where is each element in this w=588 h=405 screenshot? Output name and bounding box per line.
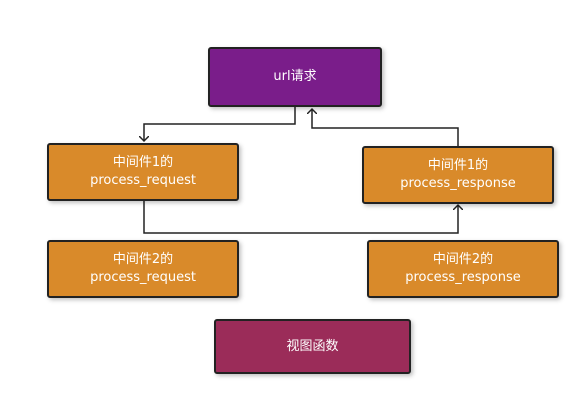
- mw1-request-line1: 中间件1的: [112, 155, 174, 170]
- mw1-process-request-box: 中间件1的 process_request: [47, 143, 239, 201]
- mw1-response-line2: process_response: [400, 176, 516, 191]
- flow-diagram: url请求 中间件1的 process_request 中间件2的 proces…: [0, 0, 588, 405]
- mw2-request-line2: process_request: [90, 270, 196, 285]
- arrow-url-to-mw1-request: [144, 106, 296, 141]
- mw1-process-response-box: 中间件1的 process_response: [362, 146, 554, 204]
- mw1-response-line1: 中间件1的: [427, 158, 489, 173]
- view-function-label: 视图函数: [286, 338, 339, 354]
- url-request-label: url请求: [273, 69, 317, 84]
- mw2-request-line1: 中间件2的: [112, 252, 174, 267]
- arrow-mw1-response-to-url: [312, 109, 459, 146]
- mw2-process-response-box: 中间件2的 process_response: [367, 240, 559, 298]
- view-function-box: 视图函数: [214, 319, 411, 374]
- mw2-response-line2: process_response: [405, 270, 521, 285]
- mw1-request-line2: process_request: [90, 173, 196, 188]
- arrow-mw1-request-to-mw1-response: [143, 200, 458, 234]
- mw2-process-request-box: 中间件2的 process_request: [47, 240, 239, 298]
- url-request-box: url请求: [208, 47, 382, 107]
- mw2-response-line1: 中间件2的: [432, 252, 494, 267]
